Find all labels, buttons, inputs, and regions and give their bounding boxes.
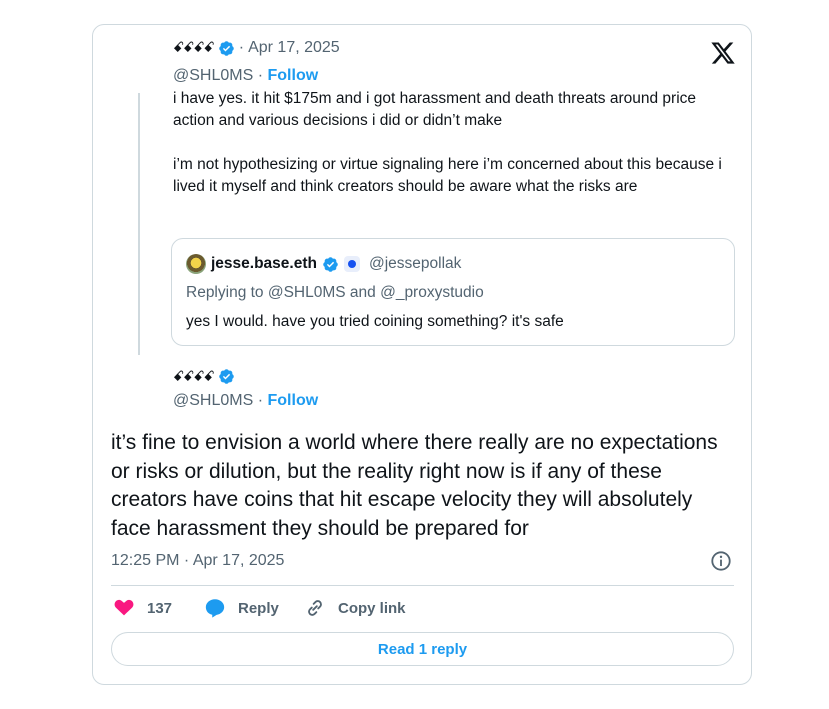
- divider: [111, 585, 734, 586]
- read-replies-button[interactable]: Read 1 reply: [111, 632, 734, 666]
- quoted-tweet-header: jesse.base.eth @jessepollak: [186, 254, 461, 274]
- speech-bubble-icon: [205, 599, 225, 618]
- quoted-tweet[interactable]: jesse.base.eth @jessepollak Replying to …: [171, 238, 735, 346]
- tweet-embed-card: ꗃꗃꗃꗃ · Apr 17, 2025 @SHL0MS · Follow i h…: [92, 24, 752, 685]
- parent-tweet-header: ꗃꗃꗃꗃ · Apr 17, 2025: [173, 39, 340, 57]
- heart-icon: [114, 599, 134, 616]
- tweet-timestamp[interactable]: 12:25 PM · Apr 17, 2025: [111, 552, 284, 570]
- main-author-name[interactable]: ꗃꗃꗃꗃ: [173, 370, 215, 384]
- like-button[interactable]: 137: [113, 597, 172, 619]
- info-icon[interactable]: [710, 550, 732, 572]
- avatar[interactable]: [186, 254, 206, 274]
- base-affiliate-icon: [343, 256, 360, 272]
- replying-to: Replying to @SHL0MS and @_proxystudio: [186, 284, 484, 301]
- reply-button[interactable]: Reply: [203, 597, 279, 619]
- verified-badge-icon: [218, 369, 234, 384]
- link-icon: [308, 600, 322, 616]
- parent-tweet-date[interactable]: Apr 17, 2025: [248, 39, 340, 57]
- parent-tweet-text: i have yes. it hit $175m and i got haras…: [173, 88, 733, 198]
- parent-author-name[interactable]: ꗃꗃꗃꗃ: [173, 41, 215, 55]
- verified-badge-icon: [218, 40, 234, 56]
- verified-badge-icon: [323, 256, 338, 272]
- handle-separator: ·: [257, 67, 268, 84]
- parent-follow-button[interactable]: Follow: [268, 67, 319, 84]
- main-tweet-text: it’s fine to envision a world where ther…: [111, 431, 718, 540]
- parent-tweet-date-sep: ·: [238, 39, 245, 56]
- copy-link-label: Copy link: [338, 599, 406, 617]
- main-handle-row: @SHL0MS · Follow: [173, 392, 318, 410]
- like-count: 137: [147, 599, 173, 617]
- quoted-author-name[interactable]: jesse.base.eth: [211, 255, 317, 273]
- x-logo-icon[interactable]: [710, 40, 736, 66]
- parent-handle-row: @SHL0MS · Follow: [173, 67, 318, 85]
- reply-label: Reply: [238, 599, 279, 617]
- quoted-tweet-text: yes I would. have you tried coining some…: [186, 313, 564, 330]
- main-tweet-header: ꗃꗃꗃꗃ: [173, 368, 235, 385]
- parent-tweet-paragraph-2: i’m not hypothesizing or virtue signalin…: [173, 156, 722, 195]
- copy-link-button[interactable]: Copy link: [304, 597, 406, 619]
- thread-connector-line: [138, 93, 140, 355]
- parent-handle[interactable]: @SHL0MS: [173, 67, 253, 84]
- quoted-handle[interactable]: @jessepollak: [369, 255, 461, 273]
- handle-separator: ·: [257, 392, 268, 409]
- main-handle[interactable]: @SHL0MS: [173, 392, 253, 409]
- parent-tweet-paragraph-1: i have yes. it hit $175m and i got haras…: [173, 90, 697, 129]
- read-replies-label: Read 1 reply: [377, 640, 468, 658]
- main-follow-button[interactable]: Follow: [268, 392, 319, 409]
